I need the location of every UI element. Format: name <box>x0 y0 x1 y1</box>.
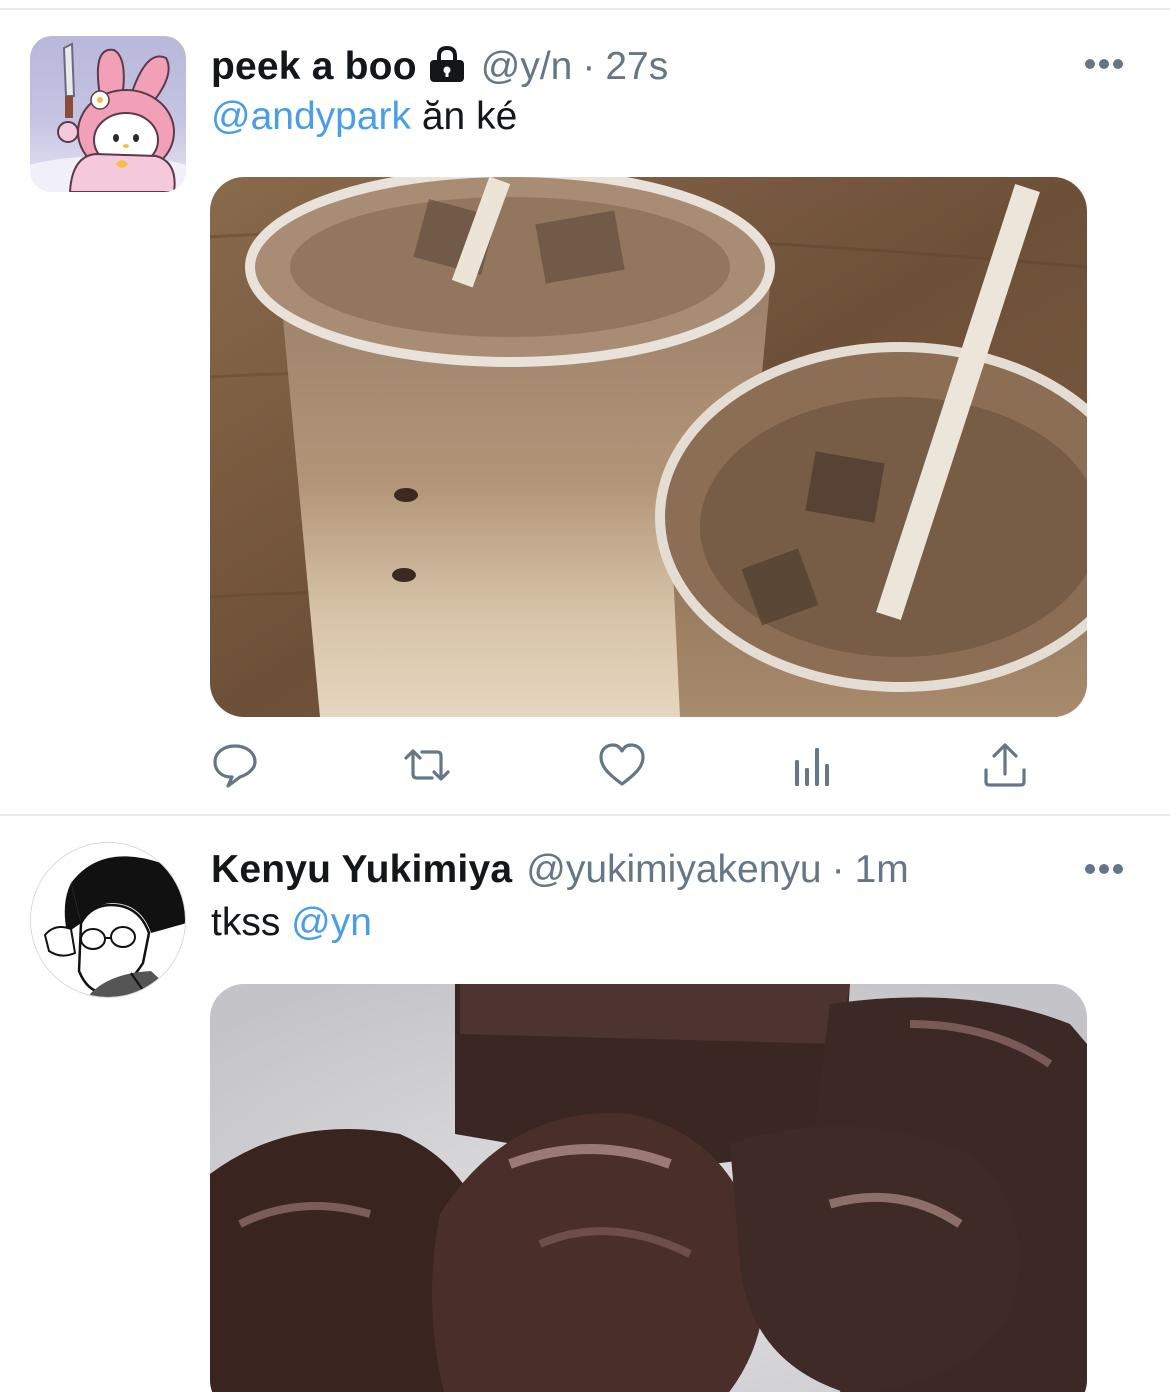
tweet-text: tkss @yn <box>211 898 372 948</box>
analytics-button[interactable] <box>788 740 838 790</box>
tweet-header: peek a boo @y/n · 27s <box>211 39 668 95</box>
tweet-body: tkss <box>211 901 292 944</box>
timestamp[interactable]: 27s <box>605 39 668 95</box>
like-button[interactable] <box>597 740 647 790</box>
tweet-actions <box>210 740 1040 790</box>
separator-dot: · <box>831 848 845 891</box>
share-icon <box>984 743 1026 787</box>
reply-button[interactable] <box>210 740 260 790</box>
tweet[interactable]: peek a boo @y/n · 27s @andypark ăn ké <box>0 12 1170 816</box>
iced-coffee-photo <box>210 177 1087 717</box>
lock-icon <box>427 43 467 82</box>
avatar[interactable] <box>30 36 186 192</box>
display-name[interactable]: peek a boo <box>211 39 417 95</box>
analytics-icon <box>795 748 829 786</box>
tweet-media[interactable] <box>210 177 1087 717</box>
avatar[interactable] <box>30 842 186 998</box>
share-button[interactable] <box>980 740 1030 790</box>
my-melody-avatar-icon <box>30 42 186 192</box>
tweet-header: Kenyu Yukimiya @yukimiyakenyu · 1m <box>211 842 909 898</box>
mention-link[interactable]: @yn <box>291 901 372 944</box>
tweet-text: @andypark ăn ké <box>211 92 517 142</box>
top-divider <box>0 0 1170 10</box>
tweet[interactable]: Kenyu Yukimiya @yukimiyakenyu · 1m tkss … <box>0 818 1170 1392</box>
tweet-body: ăn ké <box>411 95 518 138</box>
brownies-photo <box>210 984 1087 1392</box>
more-options-icon[interactable] <box>1084 57 1124 71</box>
display-name[interactable]: Kenyu Yukimiya <box>211 842 512 898</box>
user-handle[interactable]: @yukimiyakenyu <box>526 842 821 898</box>
timestamp[interactable]: 1m <box>855 842 909 898</box>
separator-dot: · <box>582 45 596 88</box>
more-options-icon[interactable] <box>1084 862 1124 876</box>
anime-boy-avatar-icon <box>31 843 185 997</box>
user-handle[interactable]: @y/n <box>481 39 573 95</box>
retweet-icon <box>404 749 450 781</box>
reply-icon <box>213 744 257 788</box>
mention-link[interactable]: @andypark <box>211 95 411 138</box>
retweet-button[interactable] <box>402 740 452 790</box>
heart-icon <box>599 743 645 786</box>
tweet-media[interactable] <box>210 984 1087 1392</box>
